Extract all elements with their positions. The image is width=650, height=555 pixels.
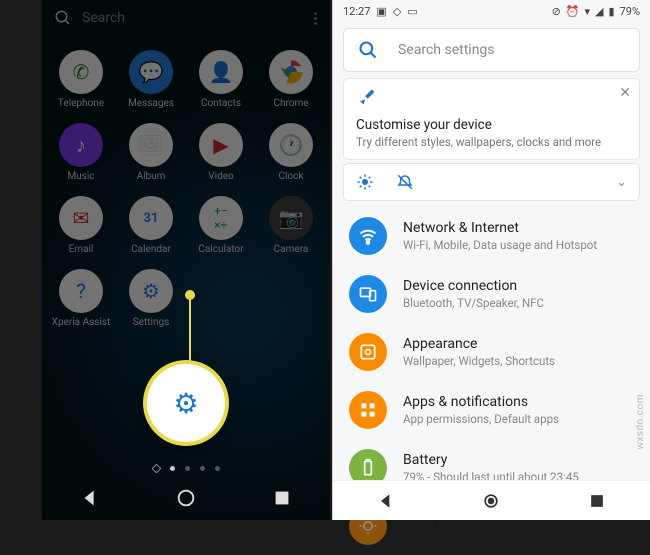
watermark: wxsdn.com [635,394,646,450]
app-contacts[interactable]: 👤Contacts [186,46,256,113]
status-alarm-icon: ⏰ [566,5,580,18]
app-search-bar[interactable]: Search [42,0,330,36]
app-grid: ✆Telephone 💬Messages 👤Contacts Chrome ♪M… [42,36,330,332]
android-navbar [42,480,330,516]
email-icon: ✉ [59,196,103,240]
app-search-placeholder: Search [82,10,314,26]
chevron-down-icon[interactable]: ⌄ [616,175,627,190]
home-page-indicator [151,464,161,474]
app-clock[interactable]: 🕐Clock [256,119,326,186]
chrome-icon [269,50,313,94]
calculator-icon: +−×÷ [199,196,243,240]
contacts-icon: 👤 [199,50,243,94]
status-bar: 12:27 ▣ ◇ ▭ ⊘ ⏰ ▾ ◢ ▮ 79% [333,0,650,22]
status-app-icon: ▭ [407,5,417,18]
close-icon[interactable]: ✕ [619,85,631,101]
album-icon: 🖼 [129,123,173,167]
wifi-icon [349,217,387,255]
status-notif-icon: ◇ [393,5,401,18]
android-navbar [333,480,650,520]
app-settings[interactable]: ⚙Settings [116,265,186,332]
video-icon: ▶ [199,123,243,167]
card-subtitle: Try different styles, wallpapers, clocks… [356,135,627,149]
status-battery-icon: ▮ [609,5,615,18]
page-indicator [42,466,330,472]
settings-gear-icon: ⚙ [163,380,209,426]
android-settings-screen: 12:27 ▣ ◇ ▭ ⊘ ⏰ ▾ ◢ ▮ 79% Search setting… [332,0,650,520]
status-signal-icon: ◢ [595,5,603,18]
quick-settings-row[interactable]: ⌄ [343,163,640,201]
app-camera[interactable]: 📷Camera [256,192,326,259]
row-network[interactable]: Network & InternetWi-Fi, Mobile, Data us… [333,207,646,265]
app-album[interactable]: 🖼Album [116,119,186,186]
recent-button[interactable] [271,487,293,509]
app-music[interactable]: ♪Music [46,119,116,186]
settings-icon: ⚙ [129,269,173,313]
app-calculator[interactable]: +−×÷Calculator [186,192,256,259]
telephone-icon: ✆ [59,50,103,94]
devices-icon [349,275,387,313]
settings-search-placeholder: Search settings [398,42,495,58]
search-icon [358,40,378,60]
home-button[interactable] [481,491,501,511]
recent-button[interactable] [587,491,607,511]
status-battery-pct: 79% [620,5,640,18]
app-messages[interactable]: 💬Messages [116,46,186,113]
status-dnd-icon: ⊘ [552,5,561,18]
back-button[interactable] [376,491,396,511]
messages-icon: 💬 [129,50,173,94]
clock-icon: 🕐 [269,123,313,167]
mute-icon[interactable] [396,173,414,191]
card-title: Customise your device [356,117,627,133]
status-wifi-icon: ▾ [585,5,591,18]
app-telephone[interactable]: ✆Telephone [46,46,116,113]
camera-icon: 📷 [269,196,313,240]
row-apps[interactable]: Apps & notificationsApp permissions, Def… [333,381,646,439]
calendar-icon: 31 [129,196,173,240]
apps-icon [349,391,387,429]
customise-card[interactable]: ✕ Customise your device Try different st… [343,78,640,160]
app-chrome[interactable]: Chrome [256,46,326,113]
app-video[interactable]: ▶Video [186,119,256,186]
app-calendar[interactable]: 31Calendar [116,192,186,259]
search-icon [54,9,72,27]
status-save-icon: ▣ [376,5,386,18]
row-device-connection[interactable]: Device connectionBluetooth, TV/Speaker, … [333,265,646,323]
settings-highlight: ⚙ [147,364,225,442]
row-appearance[interactable]: AppearanceWallpaper, Widgets, Shortcuts [333,323,646,381]
brush-icon [356,87,376,107]
appearance-icon [349,333,387,371]
brightness-icon[interactable] [356,173,374,191]
android-home-screen: Search ✆Telephone 💬Messages 👤Contacts Ch… [42,0,330,520]
home-button[interactable] [175,487,197,509]
app-xperia-assist[interactable]: ?Xperia Assist [46,265,116,332]
app-email[interactable]: ✉Email [46,192,116,259]
overflow-menu-icon[interactable] [314,12,318,25]
settings-search[interactable]: Search settings [343,28,640,72]
back-button[interactable] [79,487,101,509]
assist-icon: ? [59,269,103,313]
status-time: 12:27 [343,5,370,18]
music-icon: ♪ [59,123,103,167]
